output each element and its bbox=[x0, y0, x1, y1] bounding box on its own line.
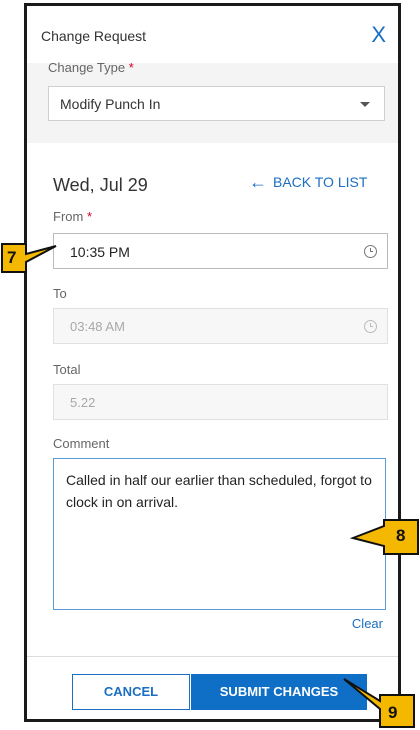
arrow-left-icon: ← bbox=[249, 172, 267, 192]
to-time-input: 03:48 AM bbox=[53, 308, 388, 344]
back-to-list-link[interactable]: ← BACK TO LIST bbox=[249, 172, 367, 193]
change-request-dialog: Change Request X Change Type * Modify Pu… bbox=[24, 3, 401, 722]
change-type-section: Change Type * Modify Punch In bbox=[27, 60, 398, 143]
total-input: 5.22 bbox=[53, 384, 388, 420]
change-type-label: Change Type * bbox=[48, 60, 134, 75]
cancel-button[interactable]: CANCEL bbox=[72, 674, 190, 710]
callout-7-label: 7 bbox=[7, 248, 17, 267]
to-time-value: 03:48 AM bbox=[70, 319, 125, 334]
comment-textarea[interactable]: Called in half our earlier than schedule… bbox=[53, 458, 386, 610]
chevron-down-icon bbox=[360, 102, 370, 107]
selected-date: Wed, Jul 29 bbox=[53, 175, 148, 195]
total-value: 5.22 bbox=[70, 395, 96, 410]
callout-8-shape bbox=[349, 519, 419, 555]
dialog-title: Change Request bbox=[41, 28, 147, 44]
to-label: To bbox=[53, 286, 67, 301]
from-label: From * bbox=[53, 209, 93, 224]
clock-icon[interactable] bbox=[364, 245, 377, 258]
callout-9-shape bbox=[343, 678, 415, 728]
callout-8-label: 8 bbox=[396, 526, 406, 545]
total-label: Total bbox=[53, 362, 81, 377]
from-time-input[interactable]: 10:35 PM bbox=[53, 233, 388, 269]
clear-link[interactable]: Clear bbox=[352, 616, 383, 631]
callout-9-label: 9 bbox=[388, 703, 398, 722]
clock-icon bbox=[364, 320, 377, 333]
comment-label: Comment bbox=[53, 436, 110, 451]
dialog-header: Change Request X bbox=[27, 6, 398, 63]
close-icon[interactable]: X bbox=[371, 24, 386, 46]
change-type-value: Modify Punch In bbox=[60, 96, 161, 112]
change-type-select[interactable]: Modify Punch In bbox=[48, 86, 385, 121]
from-time-value: 10:35 PM bbox=[70, 244, 130, 260]
